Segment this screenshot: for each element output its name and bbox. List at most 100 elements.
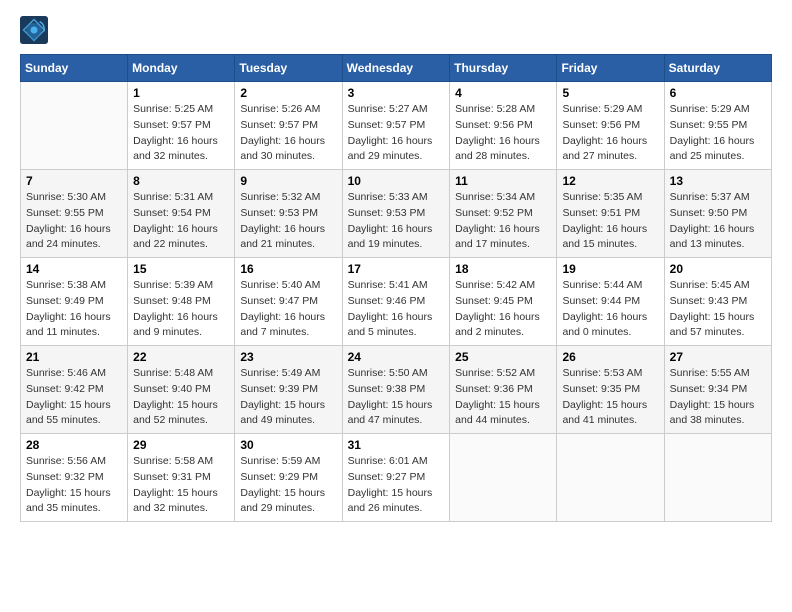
day-info: Sunrise: 5:58 AMSunset: 9:31 PMDaylight:… <box>133 454 229 517</box>
day-number: 7 <box>26 174 122 188</box>
calendar-cell: 24 Sunrise: 5:50 AMSunset: 9:38 PMDayligh… <box>342 346 450 434</box>
day-info: Sunrise: 5:35 AMSunset: 9:51 PMDaylight:… <box>562 190 658 253</box>
day-info: Sunrise: 5:34 AMSunset: 9:52 PMDaylight:… <box>455 190 551 253</box>
day-info: Sunrise: 5:37 AMSunset: 9:50 PMDaylight:… <box>670 190 766 253</box>
calendar-table: SundayMondayTuesdayWednesdayThursdayFrid… <box>20 54 772 522</box>
calendar-week-5: 28Sunrise: 5:56 AMSunset: 9:32 PMDayligh… <box>21 434 772 522</box>
day-info: Sunrise: 5:41 AMSunset: 9:46 PMDaylight:… <box>348 278 445 341</box>
day-number: 30 <box>240 438 336 452</box>
day-number: 2 <box>240 86 336 100</box>
day-number: 13 <box>670 174 766 188</box>
day-info: Sunrise: 5:29 AMSunset: 9:56 PMDaylight:… <box>562 102 658 165</box>
day-number: 15 <box>133 262 229 276</box>
day-number: 10 <box>348 174 445 188</box>
day-info: Sunrise: 5:53 AMSunset: 9:35 PMDaylight:… <box>562 366 658 429</box>
day-info: Sunrise: 5:31 AMSunset: 9:54 PMDaylight:… <box>133 190 229 253</box>
calendar-cell <box>21 82 128 170</box>
calendar-cell: 29 Sunrise: 5:58 AMSunset: 9:31 PMDayligh… <box>128 434 235 522</box>
calendar-cell: 7 Sunrise: 5:30 AMSunset: 9:55 PMDaylight… <box>21 170 128 258</box>
day-info: Sunrise: 5:48 AMSunset: 9:40 PMDaylight:… <box>133 366 229 429</box>
day-info: Sunrise: 5:33 AMSunset: 9:53 PMDaylight:… <box>348 190 445 253</box>
day-number: 23 <box>240 350 336 364</box>
day-info: Sunrise: 5:42 AMSunset: 9:45 PMDaylight:… <box>455 278 551 341</box>
calendar-cell: 17 Sunrise: 5:41 AMSunset: 9:46 PMDayligh… <box>342 258 450 346</box>
day-header-sunday: Sunday <box>21 55 128 82</box>
day-info: Sunrise: 5:40 AMSunset: 9:47 PMDaylight:… <box>240 278 336 341</box>
calendar-cell: 9Sunrise: 5:32 AMSunset: 9:53 PMDaylight… <box>235 170 342 258</box>
day-number: 8 <box>133 174 229 188</box>
calendar-cell: 22 Sunrise: 5:48 AMSunset: 9:40 PMDayligh… <box>128 346 235 434</box>
day-number: 20 <box>670 262 766 276</box>
calendar-header: SundayMondayTuesdayWednesdayThursdayFrid… <box>21 55 772 82</box>
logo-icon <box>20 16 48 44</box>
day-number: 21 <box>26 350 122 364</box>
calendar-cell: 11 Sunrise: 5:34 AMSunset: 9:52 PMDayligh… <box>450 170 557 258</box>
calendar-body: 1 Sunrise: 5:25 AMSunset: 9:57 PMDaylight… <box>21 82 772 522</box>
calendar-week-1: 1 Sunrise: 5:25 AMSunset: 9:57 PMDaylight… <box>21 82 772 170</box>
day-info: Sunrise: 5:55 AMSunset: 9:34 PMDaylight:… <box>670 366 766 429</box>
day-info: Sunrise: 6:01 AMSunset: 9:27 PMDaylight:… <box>348 454 445 517</box>
day-number: 12 <box>562 174 658 188</box>
calendar-cell: 8 Sunrise: 5:31 AMSunset: 9:54 PMDaylight… <box>128 170 235 258</box>
day-info: Sunrise: 5:38 AMSunset: 9:49 PMDaylight:… <box>26 278 122 341</box>
day-number: 17 <box>348 262 445 276</box>
day-info: Sunrise: 5:52 AMSunset: 9:36 PMDaylight:… <box>455 366 551 429</box>
day-number: 27 <box>670 350 766 364</box>
day-info: Sunrise: 5:26 AMSunset: 9:57 PMDaylight:… <box>240 102 336 165</box>
day-number: 25 <box>455 350 551 364</box>
day-header-wednesday: Wednesday <box>342 55 450 82</box>
day-number: 29 <box>133 438 229 452</box>
day-info: Sunrise: 5:25 AMSunset: 9:57 PMDaylight:… <box>133 102 229 165</box>
day-number: 6 <box>670 86 766 100</box>
day-number: 28 <box>26 438 122 452</box>
calendar-cell: 6 Sunrise: 5:29 AMSunset: 9:55 PMDaylight… <box>664 82 771 170</box>
day-info: Sunrise: 5:50 AMSunset: 9:38 PMDaylight:… <box>348 366 445 429</box>
day-number: 3 <box>348 86 445 100</box>
day-header-thursday: Thursday <box>450 55 557 82</box>
day-info: Sunrise: 5:28 AMSunset: 9:56 PMDaylight:… <box>455 102 551 165</box>
day-info: Sunrise: 5:39 AMSunset: 9:48 PMDaylight:… <box>133 278 229 341</box>
day-number: 16 <box>240 262 336 276</box>
calendar-cell: 12 Sunrise: 5:35 AMSunset: 9:51 PMDayligh… <box>557 170 664 258</box>
day-number: 1 <box>133 86 229 100</box>
day-number: 24 <box>348 350 445 364</box>
calendar-cell: 23Sunrise: 5:49 AMSunset: 9:39 PMDayligh… <box>235 346 342 434</box>
day-number: 4 <box>455 86 551 100</box>
day-number: 14 <box>26 262 122 276</box>
day-header-friday: Friday <box>557 55 664 82</box>
day-info: Sunrise: 5:46 AMSunset: 9:42 PMDaylight:… <box>26 366 122 429</box>
calendar-cell: 14 Sunrise: 5:38 AMSunset: 9:49 PMDayligh… <box>21 258 128 346</box>
calendar-cell <box>450 434 557 522</box>
calendar-cell: 3 Sunrise: 5:27 AMSunset: 9:57 PMDaylight… <box>342 82 450 170</box>
day-info: Sunrise: 5:27 AMSunset: 9:57 PMDaylight:… <box>348 102 445 165</box>
calendar-cell: 21 Sunrise: 5:46 AMSunset: 9:42 PMDayligh… <box>21 346 128 434</box>
calendar-cell: 13 Sunrise: 5:37 AMSunset: 9:50 PMDayligh… <box>664 170 771 258</box>
day-number: 31 <box>348 438 445 452</box>
day-info: Sunrise: 5:29 AMSunset: 9:55 PMDaylight:… <box>670 102 766 165</box>
day-number: 11 <box>455 174 551 188</box>
calendar-cell <box>664 434 771 522</box>
day-number: 18 <box>455 262 551 276</box>
logo <box>20 20 52 44</box>
calendar-cell: 20Sunrise: 5:45 AMSunset: 9:43 PMDayligh… <box>664 258 771 346</box>
calendar-cell: 25 Sunrise: 5:52 AMSunset: 9:36 PMDayligh… <box>450 346 557 434</box>
day-number: 26 <box>562 350 658 364</box>
page-header <box>20 20 772 44</box>
day-number: 19 <box>562 262 658 276</box>
calendar-cell: 31 Sunrise: 6:01 AMSunset: 9:27 PMDayligh… <box>342 434 450 522</box>
day-info: Sunrise: 5:44 AMSunset: 9:44 PMDaylight:… <box>562 278 658 341</box>
calendar-cell: 27 Sunrise: 5:55 AMSunset: 9:34 PMDayligh… <box>664 346 771 434</box>
calendar-cell: 5Sunrise: 5:29 AMSunset: 9:56 PMDaylight… <box>557 82 664 170</box>
calendar-cell <box>557 434 664 522</box>
day-header-saturday: Saturday <box>664 55 771 82</box>
day-info: Sunrise: 5:32 AMSunset: 9:53 PMDaylight:… <box>240 190 336 253</box>
calendar-cell: 10 Sunrise: 5:33 AMSunset: 9:53 PMDayligh… <box>342 170 450 258</box>
day-header-tuesday: Tuesday <box>235 55 342 82</box>
day-number: 22 <box>133 350 229 364</box>
calendar-cell: 26 Sunrise: 5:53 AMSunset: 9:35 PMDayligh… <box>557 346 664 434</box>
day-info: Sunrise: 5:30 AMSunset: 9:55 PMDaylight:… <box>26 190 122 253</box>
calendar-cell: 18 Sunrise: 5:42 AMSunset: 9:45 PMDayligh… <box>450 258 557 346</box>
day-header-monday: Monday <box>128 55 235 82</box>
calendar-cell: 16 Sunrise: 5:40 AMSunset: 9:47 PMDayligh… <box>235 258 342 346</box>
calendar-cell: 19 Sunrise: 5:44 AMSunset: 9:44 PMDayligh… <box>557 258 664 346</box>
